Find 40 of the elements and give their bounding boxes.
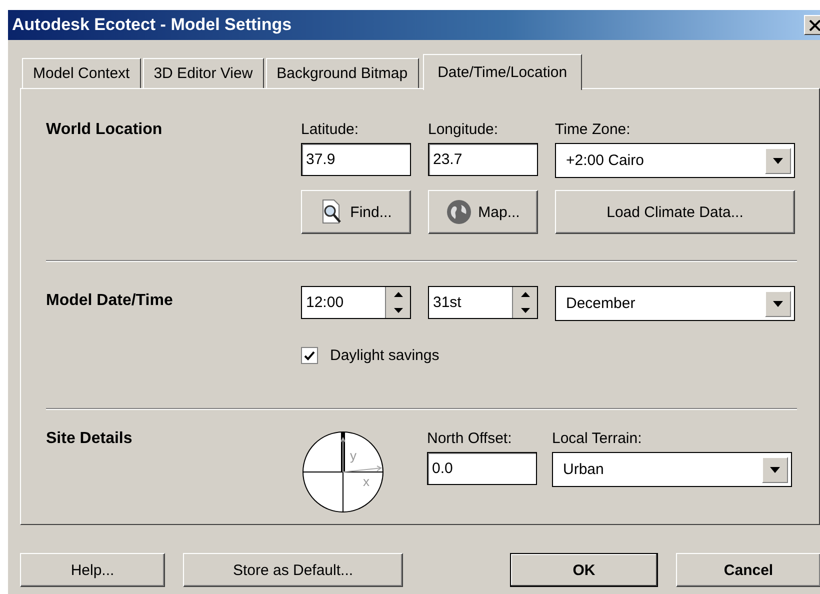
find-button[interactable]: Find... — [301, 190, 411, 234]
tab[interactable]: Background Bitmap — [266, 58, 419, 88]
down-arrow-icon[interactable] — [520, 308, 530, 313]
globe-icon — [446, 199, 472, 225]
checkbox-label[interactable]: Daylight savings — [330, 347, 440, 364]
month-dropdown[interactable]: December — [555, 286, 795, 321]
up-arrow-icon[interactable] — [394, 292, 402, 298]
tab[interactable]: 3D Editor View — [142, 58, 264, 88]
tab[interactable]: Model Context — [22, 58, 141, 88]
local-terrain-dropdown[interactable]: Urban — [552, 452, 792, 487]
dialog-button[interactable]: Store as Default... — [183, 553, 403, 587]
up-arrow-icon[interactable] — [520, 292, 530, 298]
section-heading: Site Details — [46, 430, 134, 449]
dialog-button[interactable]: Cancel — [676, 553, 820, 587]
load-climate-data-button[interactable]: Load Climate Data... — [555, 190, 795, 234]
field-label: Latitude: — [301, 121, 360, 139]
longitude-field[interactable]: 23.7 — [428, 143, 538, 176]
dropdown-arrow-icon — [773, 300, 783, 306]
tab[interactable]: Date/Time/Location — [422, 54, 582, 90]
time-spinner[interactable]: 12:00 — [301, 286, 411, 319]
day-spinner[interactable]: 31st — [428, 286, 538, 319]
field-label: Local Terrain: — [552, 430, 643, 448]
down-arrow-icon[interactable] — [394, 308, 402, 313]
field-label: North Offset: — [427, 430, 513, 448]
time-zone-dropdown[interactable]: +2:00 Cairo — [555, 143, 795, 178]
north-offset-field[interactable]: 0.0 — [427, 452, 537, 485]
dialog-button[interactable]: Help... — [20, 553, 165, 587]
window-title: Autodesk Ecotect - Model Settings — [12, 15, 293, 35]
latitude-field[interactable]: 37.9 — [301, 143, 411, 176]
field-label: Longitude: — [428, 121, 500, 139]
section-heading: Model Date/Time — [46, 292, 174, 311]
dropdown-arrow-icon — [773, 158, 783, 164]
field-label: Time Zone: — [555, 121, 632, 139]
checkbox[interactable] — [301, 347, 318, 364]
close-icon — [809, 20, 820, 30]
section-heading: World Location — [46, 121, 164, 140]
map-button[interactable]: Map... — [428, 190, 538, 234]
dialog-button[interactable]: OK — [510, 553, 658, 587]
dropdown-arrow-icon — [770, 466, 780, 472]
close-button[interactable] — [804, 15, 820, 35]
